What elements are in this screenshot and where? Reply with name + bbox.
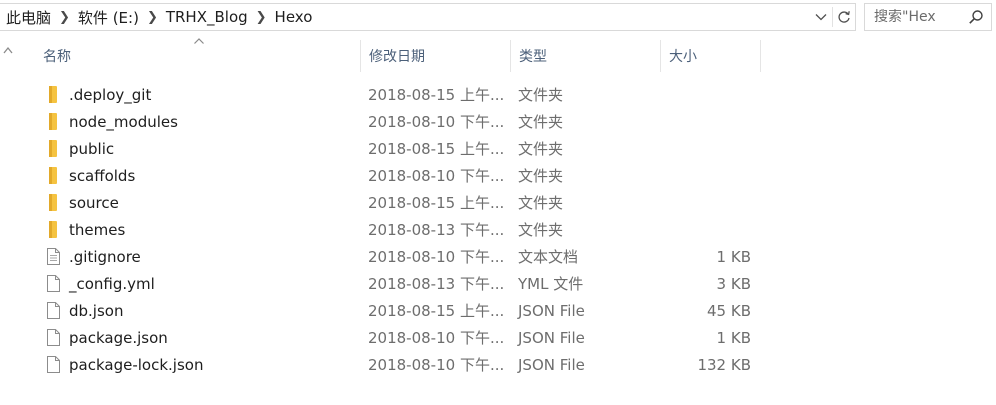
refresh-icon xyxy=(838,11,850,23)
file-date-modified: 2018-08-15 上午... xyxy=(368,302,505,320)
file-name: node_modules xyxy=(69,112,178,131)
list-item[interactable]: node_modules 2018-08-10 下午... 文件夹 xyxy=(17,108,777,135)
file-type: 文件夹 xyxy=(518,86,564,104)
file-date-modified: 2018-08-13 下午... xyxy=(368,221,505,239)
breadcrumb-trhx-blog[interactable]: TRHX_Blog xyxy=(163,8,251,26)
list-item[interactable]: .gitignore 2018-08-10 下午... 文本文档 1 KB xyxy=(17,243,777,270)
file-name: .gitignore xyxy=(69,247,141,266)
file-type: JSON File xyxy=(518,355,585,374)
text-file-icon xyxy=(45,248,61,266)
chevron-right-icon[interactable]: ❯ xyxy=(54,10,75,25)
list-item[interactable]: themes 2018-08-13 下午... 文件夹 xyxy=(17,216,777,243)
list-item[interactable]: source 2018-08-15 上午... 文件夹 xyxy=(17,189,777,216)
file-type: 文件夹 xyxy=(518,140,564,158)
file-date-modified: 2018-08-10 下午... xyxy=(368,329,505,347)
chevron-down-icon xyxy=(815,14,827,21)
file-date-modified: 2018-08-10 下午... xyxy=(368,167,505,185)
file-name: _config.yml xyxy=(69,274,155,293)
folder-icon xyxy=(45,86,61,104)
file-name: scaffolds xyxy=(69,166,136,185)
chevron-right-icon[interactable]: ❯ xyxy=(142,10,163,25)
file-date-modified: 2018-08-15 上午... xyxy=(368,194,505,212)
chevron-right-icon[interactable]: ❯ xyxy=(251,10,272,25)
file-name: package-lock.json xyxy=(69,355,204,374)
address-bar-row: 此电脑 ❯ 软件 (E:) ❯ TRHX_Blog ❯ Hexo xyxy=(0,0,996,34)
search-box[interactable] xyxy=(864,3,992,31)
file-type: 文件夹 xyxy=(518,194,564,212)
search-input[interactable] xyxy=(874,9,967,25)
file-date-modified: 2018-08-10 下午... xyxy=(368,248,505,266)
column-header-name-label: 名称 xyxy=(43,49,71,65)
file-type: JSON File xyxy=(518,328,585,347)
folder-icon xyxy=(45,221,61,239)
file-size: 132 KB xyxy=(697,355,751,374)
scroll-up-arrow-icon[interactable] xyxy=(3,46,13,54)
file-size: 1 KB xyxy=(716,247,751,266)
breadcrumb-drive-e[interactable]: 软件 (E:) xyxy=(75,7,142,28)
search-icon[interactable] xyxy=(967,8,985,26)
file-date-modified: 2018-08-15 上午... xyxy=(368,86,505,104)
list-item[interactable]: public 2018-08-15 上午... 文件夹 xyxy=(17,135,777,162)
folder-icon xyxy=(45,113,61,131)
file-date-modified: 2018-08-13 下午... xyxy=(368,275,505,293)
file-size: 3 KB xyxy=(716,274,751,293)
list-item[interactable]: package-lock.json 2018-08-10 下午... JSON … xyxy=(17,351,777,378)
file-type: 文件夹 xyxy=(518,221,564,239)
file-name: .deploy_git xyxy=(69,85,152,104)
column-header-type-label: 类型 xyxy=(519,49,547,65)
folder-icon xyxy=(45,194,61,212)
address-bar[interactable]: 此电脑 ❯ 软件 (E:) ❯ TRHX_Blog ❯ Hexo xyxy=(0,3,856,31)
file-date-modified: 2018-08-10 下午... xyxy=(368,356,505,374)
file-list: .deploy_git 2018-08-15 上午... 文件夹 node_mo… xyxy=(17,81,777,378)
refresh-button[interactable] xyxy=(833,4,855,30)
file-type: JSON File xyxy=(518,301,585,320)
file-type: 文本文档 xyxy=(518,248,579,266)
column-header-type[interactable]: 类型 xyxy=(511,40,661,72)
list-item[interactable]: _config.yml 2018-08-13 下午... YML 文件 3 KB xyxy=(17,270,777,297)
column-header-name[interactable]: 名称 xyxy=(35,40,359,72)
file-type: 文件夹 xyxy=(518,167,564,185)
address-history-button[interactable] xyxy=(810,4,832,30)
file-icon xyxy=(45,356,61,374)
list-item[interactable]: scaffolds 2018-08-10 下午... 文件夹 xyxy=(17,162,777,189)
column-header-date-label: 修改日期 xyxy=(369,49,425,65)
file-size: 1 KB xyxy=(716,328,751,347)
list-item[interactable]: db.json 2018-08-15 上午... JSON File 45 KB xyxy=(17,297,777,324)
column-header-size-label: 大小 xyxy=(669,49,697,65)
file-size: 45 KB xyxy=(707,301,751,320)
file-icon xyxy=(45,302,61,320)
file-date-modified: 2018-08-15 上午... xyxy=(368,140,505,158)
file-name: public xyxy=(69,139,115,158)
column-header-date-modified[interactable]: 修改日期 xyxy=(361,40,511,72)
file-name: package.json xyxy=(69,328,168,347)
file-name: source xyxy=(69,193,119,212)
column-header-size[interactable]: 大小 xyxy=(661,40,761,72)
folder-icon xyxy=(45,140,61,158)
file-date-modified: 2018-08-10 下午... xyxy=(368,113,505,131)
navigation-pane-scrollbar[interactable] xyxy=(0,40,17,405)
breadcrumb-hexo[interactable]: Hexo xyxy=(272,8,316,26)
column-divider[interactable] xyxy=(760,40,761,72)
file-icon xyxy=(45,329,61,347)
file-type: 文件夹 xyxy=(518,113,564,131)
file-type: YML 文件 xyxy=(518,275,584,293)
breadcrumb: 此电脑 ❯ 软件 (E:) ❯ TRHX_Blog ❯ Hexo xyxy=(0,4,315,30)
file-icon xyxy=(45,275,61,293)
list-item[interactable]: package.json 2018-08-10 下午... JSON File … xyxy=(17,324,777,351)
column-header-row: 名称 修改日期 类型 大小 xyxy=(17,38,777,72)
breadcrumb-this-pc[interactable]: 此电脑 xyxy=(3,7,54,28)
file-name: themes xyxy=(69,220,126,239)
folder-icon xyxy=(45,167,61,185)
file-name: db.json xyxy=(69,301,124,320)
list-item[interactable]: .deploy_git 2018-08-15 上午... 文件夹 xyxy=(17,81,777,108)
